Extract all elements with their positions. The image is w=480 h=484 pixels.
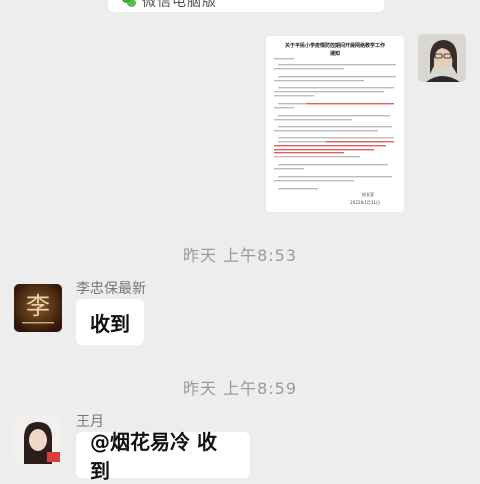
document-image-message[interactable]: 关于平民小学疫情防控期间开展网络教学工作 通知 校长室 2022年1月11日 xyxy=(266,36,404,212)
portrait-avatar-image xyxy=(14,416,62,464)
message-timestamp: 昨天 上午8:59 xyxy=(182,379,298,398)
wechat-logo-icon xyxy=(122,0,136,8)
message-bubble[interactable]: 收到 xyxy=(76,299,144,345)
document-signature: 校长室 xyxy=(362,192,374,197)
forwarded-card-header[interactable]: 微信电脑版 xyxy=(108,0,384,12)
svg-text:李: 李 xyxy=(26,292,50,320)
my-avatar[interactable] xyxy=(418,34,466,82)
sender-name: 李忠保最新 xyxy=(76,281,146,297)
calligraphy-avatar-image: 李 xyxy=(14,284,62,332)
sender-avatar[interactable]: 李 xyxy=(14,284,62,332)
message-text: @烟花易冷 收到 xyxy=(90,430,217,483)
avatar-photo xyxy=(418,34,466,82)
document-body-text xyxy=(274,58,396,190)
message-text: 收到 xyxy=(90,311,130,336)
sender-avatar[interactable] xyxy=(14,416,62,464)
document-date: 2022年1月11日 xyxy=(350,200,380,205)
card-title: 微信电脑版 xyxy=(142,0,217,10)
message-bubble[interactable]: @烟花易冷 收到 xyxy=(76,430,250,483)
message-timestamp: 昨天 上午8:53 xyxy=(182,246,298,265)
